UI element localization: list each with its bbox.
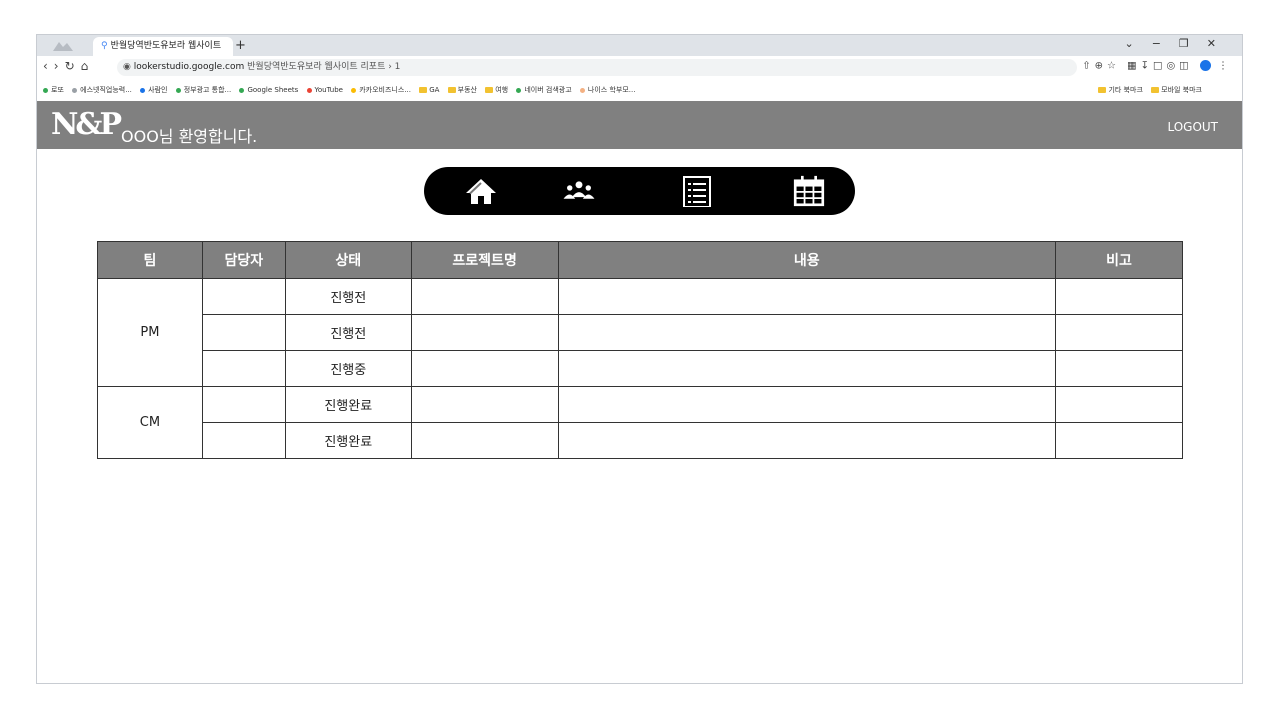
bookmark-item[interactable]: 에스넷직업능력...: [72, 80, 132, 100]
status-cell: 진행완료: [284, 422, 412, 459]
col-header-content: 내용: [557, 241, 1057, 279]
status-cell: 진행완료: [284, 386, 412, 423]
site-info-icon[interactable]: ◉: [123, 62, 131, 72]
content-cell: [557, 386, 1057, 423]
team-cell: CM: [97, 386, 203, 459]
manager-cell: [201, 278, 286, 315]
col-header-team: 팀: [97, 241, 203, 279]
table-row: 진행중: [98, 350, 1183, 387]
manager-cell: [201, 314, 286, 351]
project-cell: [410, 386, 559, 423]
browser-tab[interactable]: ⚲ 반월당역반도유보라 웹사이트: [93, 37, 233, 56]
address-row: ‹›↻⌂ ◉ lookerstudio.google.com 반월당역반도유보라…: [37, 56, 1242, 80]
bookmark-folder[interactable]: 모바일 북마크: [1151, 80, 1202, 100]
content-cell: [557, 278, 1057, 315]
project-cell: [410, 422, 559, 459]
content-cell: [557, 350, 1057, 387]
table-row: PM 진행전: [97, 278, 1183, 387]
bookmark-item[interactable]: 사람인: [140, 80, 167, 100]
note-cell: [1055, 278, 1183, 315]
welcome-text: OOO님 환영합니다.: [121, 127, 258, 146]
bookmark-item[interactable]: 네이버 검색광고: [516, 80, 572, 100]
bookmark-folder[interactable]: 여행: [485, 80, 508, 100]
col-header-note: 비고: [1055, 241, 1183, 279]
window-controls[interactable]: ⌄−❐✕: [1124, 37, 1234, 50]
content-cell: [557, 422, 1057, 459]
table-row: CM 진행완료: [97, 386, 1183, 459]
table-header-row: 팀 담당자 상태 프로젝트명 내용 비고: [97, 241, 1183, 279]
looker-studio-icon: ⚲: [101, 41, 108, 51]
bookmark-folder[interactable]: 기타 북마크: [1098, 80, 1143, 100]
col-header-manager: 담당자: [201, 241, 286, 279]
calendar-icon[interactable]: [792, 175, 826, 207]
url-path: 반월당역반도유보라 웹사이트 리포트 › 1: [247, 62, 401, 72]
bookmark-item[interactable]: 카카오비즈니스...: [351, 80, 411, 100]
bookmark-item[interactable]: YouTube: [306, 80, 343, 100]
project-cell: [410, 314, 559, 351]
list-icon[interactable]: [680, 175, 714, 207]
note-cell: [1055, 386, 1183, 423]
note-cell: [1055, 314, 1183, 351]
profile-avatar[interactable]: [1199, 60, 1211, 71]
col-header-project: 프로젝트명: [410, 241, 559, 279]
manager-cell: [201, 422, 286, 459]
status-cell: 진행전: [284, 278, 412, 315]
note-cell: [1055, 350, 1183, 387]
team-cell: PM: [97, 278, 203, 387]
nav-buttons[interactable]: ‹›↻⌂: [43, 59, 94, 73]
bookmark-item[interactable]: 나이스 학부모...: [579, 80, 635, 100]
tab-title: 반월당역반도유보라 웹사이트: [110, 41, 222, 51]
bookmark-folder[interactable]: GA: [419, 80, 439, 100]
status-cell: 진행전: [284, 314, 412, 351]
table-row: 진행완료: [98, 422, 1183, 459]
app-header: N&P OOO님 환영합니다. LOGOUT: [37, 101, 1242, 149]
tab-search-icon[interactable]: [49, 39, 77, 53]
project-cell: [410, 278, 559, 315]
note-cell: [1055, 422, 1183, 459]
users-icon[interactable]: [562, 175, 596, 207]
tab-strip: ⚲ 반월당역반도유보라 웹사이트 + ⌄−❐✕: [37, 35, 1242, 56]
bookmark-item[interactable]: 정부광고 통합...: [175, 80, 231, 100]
bookmark-item[interactable]: Google Sheets: [239, 80, 298, 100]
address-bar[interactable]: ◉ lookerstudio.google.com 반월당역반도유보라 웹사이트…: [117, 59, 1077, 76]
nav-bar: [424, 167, 855, 215]
manager-cell: [201, 386, 286, 423]
bookmarks-bar: 로또 에스넷직업능력... 사람인 정부광고 통합... Google Shee…: [37, 80, 1242, 100]
content-cell: [557, 314, 1057, 351]
project-cell: [410, 350, 559, 387]
col-header-status: 상태: [284, 241, 412, 279]
bookmark-folder[interactable]: 부동산: [447, 80, 477, 100]
toolbar-icons[interactable]: ⇧⊕☆ ▦↧□◎◫ ⋮: [1082, 60, 1232, 72]
logout-button[interactable]: LOGOUT: [1167, 120, 1218, 134]
manager-cell: [201, 350, 286, 387]
bookmark-item[interactable]: 로또: [43, 80, 64, 100]
table-row: 진행전: [98, 314, 1183, 351]
bookmark-right-group: 기타 북마크 모바일 북마크: [1092, 80, 1202, 100]
home-icon[interactable]: [464, 175, 498, 207]
status-cell: 진행중: [284, 350, 412, 387]
logo[interactable]: N&P: [51, 107, 122, 142]
new-tab-button[interactable]: +: [235, 37, 246, 54]
project-table: 팀 담당자 상태 프로젝트명 내용 비고 PM 진행전 진행전 진행중 CM 진…: [97, 241, 1183, 459]
url-host: lookerstudio.google.com: [133, 62, 245, 72]
